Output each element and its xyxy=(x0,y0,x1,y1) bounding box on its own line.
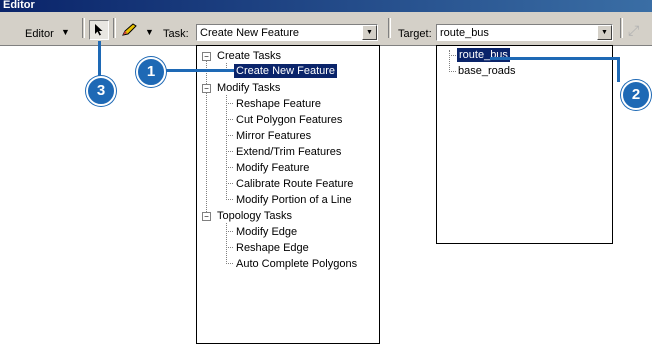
target-layer-list[interactable]: route_bus base_roads xyxy=(436,45,613,244)
tree-line xyxy=(226,199,233,200)
edit-tool-button[interactable] xyxy=(89,20,109,40)
target-dropdown-value: route_bus xyxy=(440,27,489,39)
target-dropdown[interactable]: route_bus ▼ xyxy=(436,24,613,41)
disabled-tool-icon: ⤢ xyxy=(628,22,640,38)
arrow-pointer-icon xyxy=(95,24,103,36)
target-item-base-roads[interactable]: base_roads xyxy=(458,64,516,78)
collapse-icon[interactable]: − xyxy=(202,84,211,93)
tree-group-create-tasks[interactable]: Create Tasks xyxy=(217,49,281,63)
sketch-tool-arrow-icon[interactable]: ▼ xyxy=(145,27,154,37)
callout-2-leader xyxy=(617,57,620,82)
tree-line xyxy=(206,58,207,220)
tree-item-create-new-feature[interactable]: Create New Feature xyxy=(232,63,339,79)
task-dropdown[interactable]: Create New Feature ▼ xyxy=(196,24,378,41)
callout-1-badge: 1 xyxy=(136,57,166,87)
tree-group-topology-tasks[interactable]: Topology Tasks xyxy=(217,209,292,223)
tree-line xyxy=(226,95,227,200)
tree-line xyxy=(226,119,233,120)
tree-line xyxy=(449,71,456,72)
target-label: Target: xyxy=(398,28,432,40)
callout-3-badge: 3 xyxy=(86,76,116,106)
tree-item-extend-trim-features[interactable]: Extend/Trim Features xyxy=(236,145,341,159)
toolbar-separator xyxy=(388,18,391,38)
tree-line xyxy=(226,183,233,184)
tree-item-reshape-edge[interactable]: Reshape Edge xyxy=(236,241,309,255)
tree-item-modify-edge[interactable]: Modify Edge xyxy=(236,225,297,239)
toolbar-separator xyxy=(113,18,116,38)
collapse-icon[interactable]: − xyxy=(202,52,211,61)
window-title: Editor xyxy=(3,0,35,11)
toolbar-separator xyxy=(82,18,85,38)
target-dropdown-chevron-down-icon[interactable]: ▼ xyxy=(597,25,612,40)
callout-3-leader xyxy=(98,41,101,76)
task-dropdown-value: Create New Feature xyxy=(200,27,300,39)
tree-item-cut-polygon-features[interactable]: Cut Polygon Features xyxy=(236,113,342,127)
tree-item-mirror-features[interactable]: Mirror Features xyxy=(236,129,311,143)
task-dropdown-chevron-down-icon[interactable]: ▼ xyxy=(362,25,377,40)
tree-group-modify-tasks[interactable]: Modify Tasks xyxy=(217,81,280,95)
tree-item-calibrate-route-feature[interactable]: Calibrate Route Feature xyxy=(236,177,353,191)
callout-1-leader xyxy=(163,69,234,72)
tree-item-modify-feature[interactable]: Modify Feature xyxy=(236,161,309,175)
collapse-icon[interactable]: − xyxy=(202,212,211,221)
editor-menu-arrow-icon[interactable]: ▼ xyxy=(61,27,70,37)
tree-line xyxy=(226,167,233,168)
tree-line xyxy=(226,223,227,264)
tree-line xyxy=(449,55,456,56)
tree-line xyxy=(226,231,233,232)
toolbar-separator xyxy=(620,18,623,38)
tree-item-modify-portion-of-a-line[interactable]: Modify Portion of a Line xyxy=(236,193,352,207)
callout-2-badge: 2 xyxy=(621,80,651,110)
callout-2-leader xyxy=(490,57,619,60)
task-tree-dropdown[interactable]: − Create Tasks Create New Feature − Modi… xyxy=(196,45,380,344)
tree-line xyxy=(226,151,233,152)
editor-menu[interactable]: Editor xyxy=(25,28,54,40)
tree-item-auto-complete-polygons[interactable]: Auto Complete Polygons xyxy=(236,257,357,271)
tree-item-reshape-feature[interactable]: Reshape Feature xyxy=(236,97,321,111)
tree-line xyxy=(226,135,233,136)
tree-line xyxy=(226,247,233,248)
tree-line xyxy=(226,103,233,104)
editor-title-bar: Editor xyxy=(0,0,652,12)
tree-line xyxy=(226,263,233,264)
sketch-tool-pencil-icon[interactable] xyxy=(121,23,139,37)
tree-line xyxy=(449,50,450,72)
task-label: Task: xyxy=(163,28,189,40)
